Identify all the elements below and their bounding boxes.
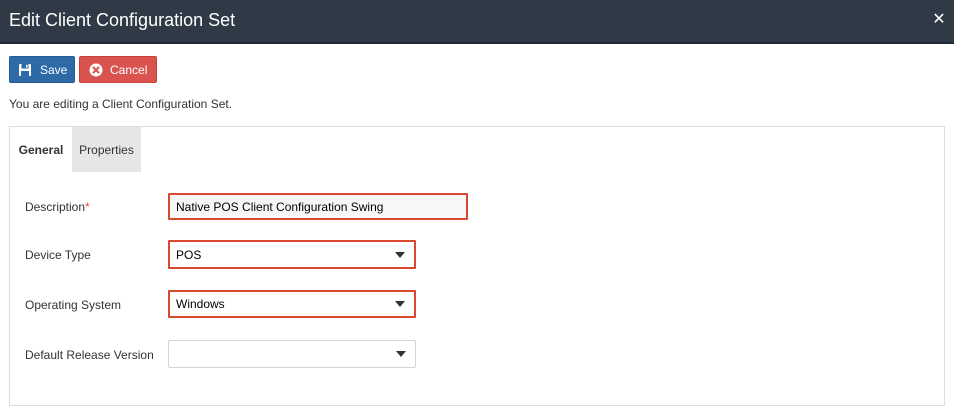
close-icon[interactable]: ✕ [932, 10, 946, 30]
default-release-version-select[interactable] [168, 340, 416, 368]
caret-down-icon [395, 301, 405, 307]
floppy-disk-icon [18, 63, 32, 77]
cancel-label: Cancel [110, 62, 148, 77]
description-value: Native POS Client Configuration Swing [176, 199, 384, 214]
dialog-header: Edit Client Configuration Set ✕ [0, 0, 954, 44]
tab-properties[interactable]: Properties [72, 127, 141, 172]
x-circle-icon [89, 63, 103, 77]
operating-system-value: Windows [176, 297, 225, 311]
device-type-label: Device Type [25, 248, 91, 262]
description-label: Description* [25, 200, 90, 214]
tab-general[interactable]: General [10, 127, 72, 172]
operating-system-label: Operating System [25, 298, 122, 312]
device-type-value: POS [176, 247, 202, 262]
dialog-title: Edit Client Configuration Set [9, 10, 236, 30]
operating-system-select[interactable]: Windows [168, 290, 416, 318]
info-message: You are editing a Client Configuration S… [9, 97, 233, 111]
save-label: Save [40, 62, 68, 77]
caret-down-icon [395, 251, 405, 258]
cancel-button[interactable]: Cancel [79, 56, 157, 83]
device-type-select[interactable]: POS [168, 240, 416, 269]
description-input[interactable]: Native POS Client Configuration Swing [168, 193, 468, 220]
required-marker: * [85, 200, 90, 214]
save-button[interactable]: Save [9, 56, 75, 83]
default-release-version-label: Default Release Version [25, 348, 154, 362]
form-panel: General Properties Description* Native P… [9, 126, 945, 406]
caret-down-icon [396, 351, 406, 357]
